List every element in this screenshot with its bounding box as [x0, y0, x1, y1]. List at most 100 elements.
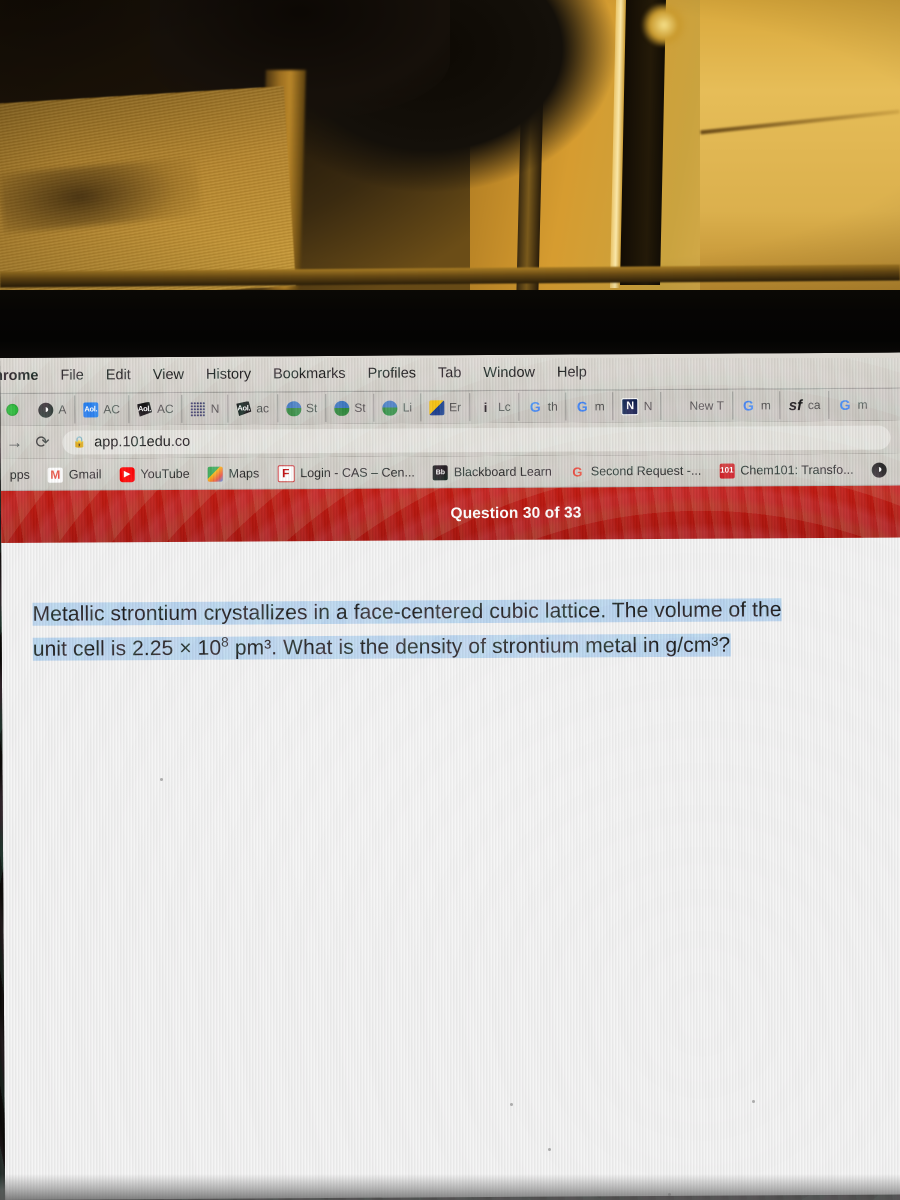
tab-label: AC	[156, 401, 174, 417]
bookmark-label: Login - CAS – Cen...	[300, 465, 415, 481]
photo-vignette	[0, 0, 900, 302]
menu-item-view[interactable]: View	[142, 367, 195, 383]
browser-tab[interactable]: Er	[420, 393, 471, 422]
chem101-icon: 101	[719, 463, 735, 479]
book-icon	[382, 400, 398, 416]
yellow-blue-icon	[429, 399, 445, 415]
google-icon: G	[576, 398, 588, 414]
photographed-screen: hrome File Edit View History Bookmarks P…	[0, 0, 900, 1200]
browser-tab[interactable]: Aol. AC	[75, 395, 130, 424]
question-line-2b: pm³. What is the density of	[228, 635, 487, 660]
menu-item-help[interactable]: Help	[546, 364, 598, 380]
tab-label: N	[643, 399, 653, 414]
browser-tab[interactable]: NN	[613, 391, 662, 421]
menu-item-tab[interactable]: Tab	[427, 365, 472, 381]
macos-menubar: hrome File Edit View History Bookmarks P…	[0, 352, 900, 394]
menu-item-file[interactable]: File	[49, 367, 94, 383]
question-exponent: 8	[221, 634, 229, 650]
aol-dark-icon: Aol.	[137, 402, 152, 417]
reload-icon[interactable]: ⟳	[28, 432, 56, 452]
google-icon: G	[572, 463, 583, 480]
tab-label: Er	[449, 400, 462, 415]
browser-tab[interactable]: Gth	[519, 392, 567, 421]
bookmark-blackboard[interactable]: Bb Blackboard Learn	[424, 464, 561, 480]
room-photo-region	[0, 0, 900, 302]
youtube-icon: ▶	[119, 466, 135, 482]
question-line-1: Metallic strontium crystallizes in a fac…	[32, 599, 649, 626]
bookmark-label: Chem101: Transfo...	[740, 462, 854, 478]
browser-tab[interactable]: ◑ A	[30, 395, 76, 424]
browser-tab[interactable]: sf ca	[779, 390, 830, 420]
browser-tab[interactable]: St	[326, 393, 375, 423]
tab-label: ca	[807, 397, 821, 413]
notion-icon: N	[621, 397, 639, 415]
tab-label: ac	[256, 401, 270, 416]
menu-item-profiles[interactable]: Profiles	[357, 365, 427, 381]
google-icon: G	[529, 399, 541, 415]
browser-tab[interactable]: i Lc	[469, 392, 520, 422]
browser-tab[interactable]: Aol. ac	[228, 394, 279, 423]
blank-icon	[669, 398, 684, 413]
browser-tab[interactable]: Li	[374, 393, 422, 422]
maps-icon	[207, 466, 223, 482]
tab-label: St	[305, 401, 318, 416]
browser-tab[interactable]: St	[277, 394, 327, 423]
aol-icon: Aol.	[83, 401, 99, 417]
menu-item-bookmarks[interactable]: Bookmarks	[262, 366, 357, 383]
browser-tab[interactable]: Gm	[732, 391, 780, 420]
bookmark-apps[interactable]: pps	[1, 468, 39, 482]
browser-tab[interactable]: Aol. AC	[128, 394, 183, 424]
bookmark-overflow[interactable]: ◑	[863, 462, 896, 478]
question-body: Metallic strontium crystallizes in a fac…	[1, 537, 900, 663]
question-header-bar: Question 30 of 33	[0, 485, 900, 543]
menu-item-history[interactable]: History	[195, 366, 262, 382]
bookmark-chem101[interactable]: 101 Chem101: Transfo...	[710, 462, 862, 479]
tab-label: St	[354, 400, 366, 415]
bookmark-label: pps	[9, 467, 30, 482]
tab-label: m	[594, 399, 605, 414]
tab-label: N	[210, 401, 220, 416]
browser-tab[interactable]: Gm	[566, 392, 614, 421]
bookmark-label: Maps	[228, 466, 260, 481]
tab-label: Li	[402, 400, 413, 415]
browser-window: hrome File Edit View History Bookmarks P…	[0, 352, 900, 1200]
browser-tab[interactable]: Gm	[829, 391, 875, 419]
tab-label: m	[857, 397, 868, 412]
forward-arrow-icon[interactable]: →	[0, 432, 28, 452]
bookmark-label: YouTube	[140, 466, 190, 482]
info-icon: i	[483, 399, 488, 415]
address-bar: → ⟳ 🔒 app.101edu.co	[0, 420, 900, 459]
menu-item-chrome[interactable]: hrome	[0, 368, 49, 384]
gmail-icon: M	[47, 467, 63, 483]
bookmark-maps[interactable]: Maps	[199, 466, 269, 482]
menu-item-edit[interactable]: Edit	[95, 367, 142, 383]
page-content: Question 30 of 33 Metallic strontium cry…	[0, 485, 900, 1200]
tab-label: th	[547, 399, 558, 414]
tab-label: m	[760, 398, 771, 413]
bookmark-youtube[interactable]: ▶ YouTube	[110, 466, 198, 482]
book-icon	[334, 400, 350, 416]
lock-icon: 🔒	[72, 436, 87, 449]
window-zoom-button[interactable]	[6, 403, 19, 416]
blackboard-icon: Bb	[432, 464, 448, 480]
browser-tab[interactable]: N	[182, 394, 229, 423]
tab-label: A	[58, 402, 67, 417]
book-icon	[285, 400, 302, 416]
cas-icon: F	[277, 464, 295, 482]
bookmark-gmail[interactable]: M Gmail	[39, 467, 111, 483]
globe-icon: ◑	[38, 402, 54, 418]
sf-icon: sf	[788, 397, 803, 413]
question-line-3: strontium metal in g/cm³?	[491, 633, 731, 658]
omnibox[interactable]: 🔒 app.101edu.co	[62, 425, 891, 455]
bookmark-cas-login[interactable]: F Login - CAS – Cen...	[268, 464, 424, 482]
question-text[interactable]: Metallic strontium crystallizes in a fac…	[32, 595, 791, 664]
tab-label: New T	[689, 398, 724, 413]
browser-tab-new[interactable]: New T	[661, 391, 733, 420]
dots-icon	[190, 401, 206, 417]
globe-icon: ◑	[871, 462, 887, 478]
bookmark-label: Blackboard Learn	[453, 464, 552, 480]
laptop-bezel	[0, 290, 900, 362]
bookmark-second-request[interactable]: G Second Request -...	[561, 463, 711, 479]
tab-label: AC	[103, 402, 121, 417]
menu-item-window[interactable]: Window	[472, 365, 546, 381]
